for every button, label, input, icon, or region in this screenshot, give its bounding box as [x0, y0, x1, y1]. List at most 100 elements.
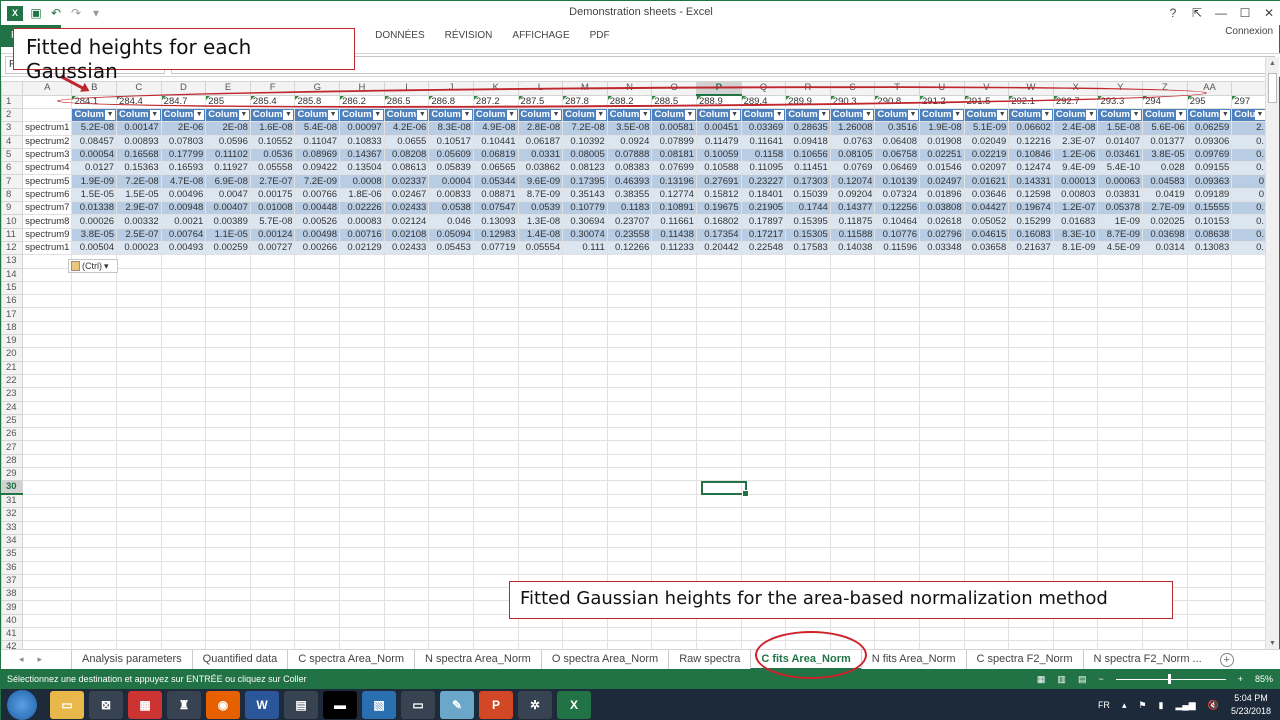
value-cell[interactable]: 0.17395: [562, 174, 608, 189]
filter-dropdown-icon[interactable]: ▼: [863, 110, 874, 120]
cell[interactable]: [294, 320, 341, 336]
cell[interactable]: [160, 427, 207, 442]
table-column-header[interactable]: Colum ▼: [785, 107, 831, 123]
cell[interactable]: [919, 307, 965, 322]
table-column-header[interactable]: Colum ▼: [874, 107, 921, 123]
cell[interactable]: [740, 547, 787, 562]
cell[interactable]: [874, 413, 921, 429]
cell[interactable]: [383, 334, 430, 349]
cell[interactable]: [517, 387, 564, 402]
cell[interactable]: [919, 400, 965, 415]
filter-dropdown-icon[interactable]: ▼: [595, 110, 606, 120]
cell[interactable]: [294, 400, 341, 415]
table-column-header[interactable]: Colum ▼: [740, 107, 787, 123]
cell[interactable]: [205, 520, 251, 535]
row-header[interactable]: 18: [1, 320, 24, 336]
table-column-header[interactable]: Colum ▼: [160, 107, 207, 123]
value-cell[interactable]: 0.02433: [383, 240, 430, 256]
cell[interactable]: [472, 520, 519, 535]
cell[interactable]: [651, 413, 697, 429]
cell[interactable]: [651, 547, 697, 562]
cell[interactable]: [606, 413, 653, 429]
cell[interactable]: [22, 547, 73, 562]
cell[interactable]: [472, 294, 519, 309]
cell[interactable]: [116, 347, 162, 362]
cell[interactable]: [294, 307, 341, 322]
value-cell[interactable]: 2.4E-08: [1052, 121, 1099, 136]
cell[interactable]: [428, 560, 474, 575]
cell[interactable]: [1186, 480, 1233, 495]
row-header[interactable]: 9: [1, 201, 24, 216]
value-cell[interactable]: 0.00175: [249, 187, 296, 203]
cell[interactable]: [651, 427, 697, 442]
cell[interactable]: [205, 626, 251, 642]
cell[interactable]: [249, 254, 296, 269]
sheet-tab[interactable]: N spectra Area_Norm: [414, 649, 541, 670]
cell[interactable]: [205, 280, 251, 296]
cell[interactable]: [919, 294, 965, 309]
value-cell[interactable]: 0.0538: [428, 201, 474, 216]
filter-dropdown-icon[interactable]: ▼: [818, 110, 829, 120]
cell[interactable]: [472, 533, 519, 549]
cell[interactable]: [472, 413, 519, 429]
cell[interactable]: [606, 427, 653, 442]
row-header[interactable]: 38: [1, 587, 24, 602]
cell[interactable]: [472, 467, 519, 482]
value-cell[interactable]: 0.00498: [294, 227, 341, 242]
cell[interactable]: [785, 547, 831, 562]
cell[interactable]: [1142, 493, 1188, 509]
value-cell[interactable]: 2.3E-07: [1052, 134, 1099, 149]
cell[interactable]: [1142, 413, 1188, 429]
worksheet-grid[interactable]: A B C D E F G H I J K L M N O P Q R S T U V W X Y Z AA 1 284.1 284.4 2…: [1, 81, 1267, 649]
cell[interactable]: [383, 453, 430, 469]
cell[interactable]: [517, 373, 564, 389]
value-cell[interactable]: 0.03698: [1142, 227, 1188, 242]
value-cell[interactable]: 0.17217: [740, 227, 787, 242]
cell[interactable]: [562, 480, 608, 495]
value-cell[interactable]: 0.03831: [1097, 187, 1144, 203]
cell[interactable]: [562, 334, 608, 349]
cell[interactable]: [116, 373, 162, 389]
row-header[interactable]: 11: [1, 227, 24, 242]
cell[interactable]: [919, 267, 965, 282]
cell[interactable]: [740, 373, 787, 389]
cell[interactable]: [1008, 626, 1054, 642]
cell[interactable]: [919, 334, 965, 349]
cell[interactable]: [517, 267, 564, 282]
table-column-header[interactable]: Colum ▼: [294, 107, 341, 123]
cell[interactable]: [785, 373, 831, 389]
cell[interactable]: [472, 547, 519, 562]
page-break-view-icon[interactable]: ▤: [1078, 674, 1087, 685]
cell[interactable]: [205, 493, 251, 509]
value-cell[interactable]: 0.02433: [383, 201, 430, 216]
cell[interactable]: [1231, 547, 1267, 562]
cell[interactable]: [606, 480, 653, 495]
value-cell[interactable]: 0.15299: [1008, 214, 1054, 229]
cell[interactable]: [874, 294, 921, 309]
cell[interactable]: [1008, 560, 1054, 575]
cell[interactable]: [1052, 360, 1099, 375]
value-cell[interactable]: 0.16802: [695, 214, 742, 229]
cell[interactable]: [1097, 547, 1144, 562]
value-cell[interactable]: 0.02337: [383, 174, 430, 189]
cell[interactable]: [1186, 573, 1233, 589]
cell[interactable]: [1052, 467, 1099, 482]
filter-dropdown-icon[interactable]: ▼: [952, 110, 963, 120]
cell[interactable]: [428, 427, 474, 442]
value-cell[interactable]: 7.2E-08: [116, 174, 162, 189]
value-cell[interactable]: 0.1183: [606, 201, 653, 216]
cell[interactable]: [383, 427, 430, 442]
value-cell[interactable]: 0.11588: [829, 227, 876, 242]
cell[interactable]: [1097, 347, 1144, 362]
taskbar-writer[interactable]: ▧: [362, 691, 396, 719]
value-cell[interactable]: 0.05052: [963, 214, 1010, 229]
cell[interactable]: [1052, 453, 1099, 469]
value-cell[interactable]: 0.12983: [472, 227, 519, 242]
power-icon[interactable]: ▮: [1159, 700, 1164, 711]
value-cell[interactable]: 0.09418: [785, 134, 831, 149]
cell[interactable]: [428, 493, 474, 509]
cell[interactable]: [695, 373, 742, 389]
cell[interactable]: [1097, 626, 1144, 642]
cell[interactable]: [606, 267, 653, 282]
table-column-header[interactable]: Colum ▼: [428, 107, 474, 123]
